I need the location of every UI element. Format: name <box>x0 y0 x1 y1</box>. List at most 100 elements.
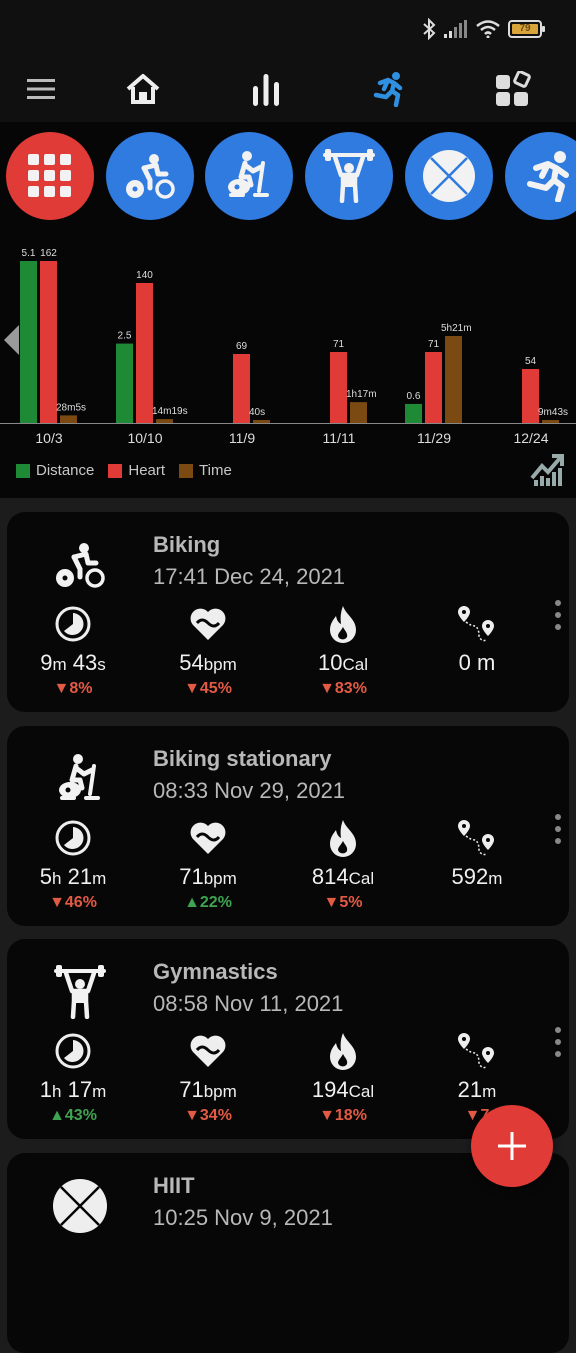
workout-date: 08:58 Nov 11, 2021 <box>153 991 344 1016</box>
chart-legend: Distance Heart Time <box>16 462 232 479</box>
stat-heart-rate: 71bpm ▲22% <box>148 818 268 912</box>
bar-time <box>350 402 367 423</box>
data-label: 14m19s <box>152 406 188 417</box>
workout-type-icon <box>45 530 115 600</box>
workout-card[interactable]: Biking stationary 08:33 Nov 29, 2021 5h … <box>7 726 569 926</box>
heart-rate-icon <box>190 608 226 640</box>
cyclist-icon <box>126 154 175 199</box>
route-icon <box>458 1033 494 1069</box>
stationary-bike-icon <box>228 151 269 197</box>
more-options-button[interactable] <box>553 600 563 630</box>
route-icon <box>458 606 494 642</box>
timer-icon <box>55 820 91 856</box>
workout-card[interactable]: HIIT 10:25 Nov 9, 2021 <box>7 1153 569 1353</box>
legend-swatch-time <box>179 463 194 478</box>
legend-label-distance: Distance <box>36 462 95 479</box>
stat-calories: 194Cal ▼18% <box>283 1031 403 1125</box>
filter-biking-stationary-button[interactable] <box>205 132 293 220</box>
heart-delta: ▼45% <box>184 680 232 697</box>
bar-distance <box>20 261 37 423</box>
legend-label-time: Time <box>199 462 232 479</box>
stat-distance: 592m <box>417 818 537 890</box>
data-label: 71 <box>333 339 345 350</box>
trend-chart-button[interactable] <box>530 452 564 491</box>
workout-title: HIIT <box>153 1173 195 1198</box>
bar-heart <box>136 283 153 423</box>
add-workout-button[interactable] <box>471 1105 553 1187</box>
workout-title: Gymnastics <box>153 959 278 984</box>
widgets-tab[interactable] <box>488 64 538 114</box>
cyclist-icon <box>56 543 105 588</box>
data-label: 140 <box>136 270 153 281</box>
bar-time <box>445 336 462 423</box>
data-label: 0.6 <box>407 391 421 402</box>
heart-delta: ▼34% <box>184 1107 232 1124</box>
menu-button[interactable] <box>16 64 66 114</box>
home-icon <box>126 74 160 104</box>
workout-card[interactable]: Gymnastics 08:58 Nov 11, 2021 1h 17m ▲43… <box>7 939 569 1139</box>
battery-icon: 79 <box>508 20 545 38</box>
duration-delta: ▼8% <box>53 680 93 697</box>
stat-calories: 10Cal ▼83% <box>283 604 403 698</box>
stat-heart-rate: 54bpm ▼45% <box>148 604 268 698</box>
bar-time <box>542 420 559 423</box>
widgets-icon <box>496 71 531 106</box>
x-tick-label: 10/10 <box>127 430 162 446</box>
flame-icon <box>330 606 356 643</box>
home-tab[interactable] <box>118 64 168 114</box>
filter-biking-button[interactable] <box>106 132 194 220</box>
stat-duration: 1h 17m ▲43% <box>13 1031 133 1125</box>
workout-type-icon <box>45 744 115 814</box>
bar-time <box>156 419 173 423</box>
activities-tab[interactable] <box>364 64 414 114</box>
bar-heart <box>40 261 57 423</box>
legend-swatch-distance <box>16 463 30 478</box>
weightlifter-icon <box>323 149 375 203</box>
top-navigation <box>0 56 576 122</box>
bar-distance <box>405 403 422 423</box>
signal-icon <box>444 20 467 38</box>
filter-running-button[interactable] <box>505 132 576 220</box>
calories-delta: ▼83% <box>319 680 367 697</box>
stat-calories: 814Cal ▼5% <box>283 818 403 912</box>
duration-delta: ▲43% <box>49 1107 97 1124</box>
workout-card[interactable]: Biking 17:41 Dec 24, 2021 9m 43s ▼8% 54b… <box>7 512 569 712</box>
running-icon <box>527 151 569 202</box>
more-options-button[interactable] <box>553 1027 563 1057</box>
workout-type-icon <box>45 1171 115 1241</box>
data-label: 2.5 <box>118 331 132 342</box>
data-label: 54 <box>525 356 537 367</box>
scroll-left-arrow[interactable] <box>4 325 19 355</box>
stat-heart-rate: 71bpm ▼34% <box>148 1031 268 1125</box>
more-options-button[interactable] <box>553 814 563 844</box>
bar-distance <box>116 343 133 423</box>
stat-distance: 0 m <box>417 604 537 676</box>
running-icon <box>373 72 403 107</box>
battery-level: 79 <box>512 24 538 34</box>
bar-time <box>60 415 77 423</box>
bar-heart <box>330 352 347 423</box>
filter-gymnastics-button[interactable] <box>305 132 393 220</box>
x-tick-label: 11/9 <box>229 430 255 446</box>
weightlifter-icon <box>54 965 106 1019</box>
timer-icon <box>55 1033 91 1069</box>
filter-hiit-button[interactable] <box>405 132 493 220</box>
grid-icon <box>28 154 71 197</box>
data-label: 40s <box>249 407 265 418</box>
workout-title: Biking stationary <box>153 746 332 771</box>
status-bar: 79 <box>0 0 576 56</box>
bar-chart-icon <box>253 74 279 106</box>
data-label: 9m43s <box>538 407 568 418</box>
hamburger-menu-icon <box>27 79 55 99</box>
hiit-icon <box>423 150 475 202</box>
flame-icon <box>330 1033 356 1070</box>
activity-filter-row <box>0 122 576 230</box>
calories-delta: ▼18% <box>319 1107 367 1124</box>
statistics-tab[interactable] <box>241 64 291 114</box>
filter-all-button[interactable] <box>6 132 94 220</box>
data-label: 28m5s <box>56 402 86 413</box>
stat-duration: 5h 21m ▼46% <box>13 818 133 912</box>
bar-heart <box>425 352 442 423</box>
flame-icon <box>330 820 356 857</box>
timer-icon <box>55 606 91 642</box>
